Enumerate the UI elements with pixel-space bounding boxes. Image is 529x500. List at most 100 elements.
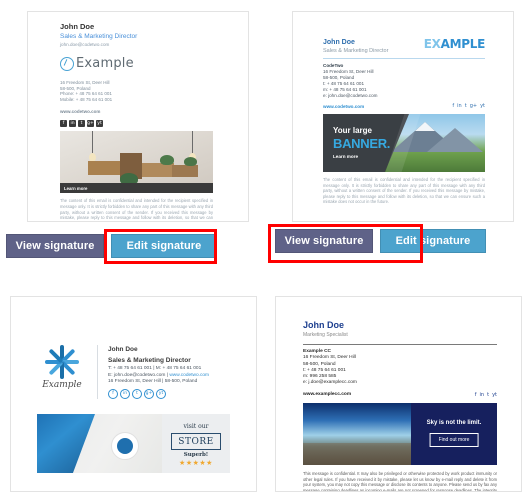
website-social-row: www.examplecc.com f in t yt [303,392,497,398]
contact-address: CodeTwo 16 Freedom St, Deer Hill 58-500,… [323,63,485,99]
banner-image: Sky is not the limit. Find out more [303,402,497,465]
company-logo: Example [60,56,220,71]
company-name: CodeTwo [323,63,344,68]
sky-photo [303,402,411,465]
facebook-icon[interactable]: f [475,392,477,398]
twitter-icon[interactable]: t [465,103,467,109]
contact-details: John Doe Sales & Marketing Director T: +… [97,345,209,399]
company-logo: EXAMPLE [423,37,486,51]
facebook-icon[interactable]: f [60,120,67,128]
signature-preview-2: John Doe Sales & Marketing Director EXAM… [323,38,485,205]
contact-name: John Doe [303,320,345,330]
contact-job-title: Sales & Marketing Director [323,48,389,54]
shelf-shape [142,163,174,178]
twitter-icon[interactable]: t [132,388,142,399]
signature-preview-3: Example John Doe Sales & Marketing Direc… [37,345,209,399]
pendant-lamp-icon [189,131,196,163]
contact-job-title: Marketing Specialist [303,332,348,338]
cloth-shape [37,414,95,473]
social-icons: f in t yt [475,392,497,398]
view-signature-button[interactable]: View signature [6,234,104,258]
edit-signature-button[interactable]: Edit signature [380,229,486,253]
facebook-icon[interactable]: f [108,388,118,399]
googleplus-icon[interactable]: g+ [144,388,154,399]
company-name: Example CC [303,349,331,354]
youtube-icon[interactable]: yt [480,103,485,109]
twitter-icon[interactable]: t [78,120,85,128]
find-out-more-button[interactable]: Find out more [429,432,479,447]
contact-address: 16 Freedom St, Deer Hill 58-500, Poland … [60,80,220,102]
banner-headline: Sky is not the limit. [426,419,482,426]
company-website[interactable]: www.codetwo.com [60,109,220,114]
address-line: 16 Freedom St, Deer Hill | 58-500, Polan… [108,379,198,384]
star-logo-icon [45,345,79,379]
social-icons: f in t g+ yt [60,120,220,128]
youtube-icon[interactable]: yt [492,392,497,398]
banner-rating-label: Superb! [183,452,209,458]
googleplus-icon[interactable]: g+ [87,120,94,128]
logo-text: Example [76,56,134,71]
banner-visit-label: visit our [183,423,209,430]
signature-card-2[interactable]: John Doe Sales & Marketing Director EXAM… [292,11,514,222]
signature-actions-1: View signature Edit signature [6,234,217,258]
edit-signature-button[interactable]: Edit signature [111,234,217,258]
email-disclaimer: The content of this email is confidentia… [60,198,213,221]
social-icons: f in t g+ yt [452,103,485,109]
shelf-shape [172,165,198,178]
contact-identity: John Doe Sales & Marketing Director [323,38,388,55]
website-link[interactable]: www.codetwo.com [169,373,209,378]
logo-ring-icon [60,56,74,71]
signature-preview-1: John Doe Sales & Marketing Director john… [60,22,220,221]
linkedin-icon[interactable]: in [69,120,76,128]
banner-cta[interactable]: Learn more [60,183,213,194]
signature-header: John Doe Sales & Marketing Director EXAM… [323,38,485,55]
email-line: e: j.doe@examplecc.com [303,380,357,386]
contact-email: john.doe@codetwo.com [60,42,110,47]
banner-cta[interactable]: Learn more [333,154,358,159]
linkedin-icon[interactable]: in [120,388,130,399]
twitter-icon[interactable]: t [487,392,489,398]
banner-subheadline: BANNER. [333,136,391,151]
social-icons: f in t g+ yt [108,388,209,399]
contact-name: John Doe [108,346,138,353]
view-signature-button[interactable]: View signature [275,229,373,253]
signature-actions-2: View signature Edit signature [275,229,486,253]
signature-preview-4: John Doe Marketing Specialist Example CC… [303,319,497,491]
banner-image: visit our STORE Superb! ★★★★★ [37,414,230,473]
email-line: e: john.doe@codetwo.com [323,93,378,98]
signature-gallery: John Doe Sales & Marketing Director john… [0,0,529,500]
shelf-shape [88,161,122,176]
facebook-icon[interactable]: f [452,103,454,109]
snow-peak-shape [415,122,435,131]
website-social-row: www.codetwo.com f in t g+ yt [323,103,485,109]
contact-address: Example CC 16 Freedom St, Deer Hill 58-5… [303,349,497,387]
contact-job-title: Sales & Marketing Director [60,33,138,40]
company-website[interactable]: www.codetwo.com [323,104,364,109]
signature-card-1[interactable]: John Doe Sales & Marketing Director john… [27,11,249,222]
banner-panel: Sky is not the limit. Find out more [411,402,497,465]
divider [323,58,485,59]
email-text: E: john.doe@codetwo.com | [108,372,170,378]
cup-shape [111,432,139,460]
rating-stars-icon: ★★★★★ [179,459,213,467]
banner-image: Learn more [60,131,213,194]
banner-photo [37,414,162,473]
contact-job-title: Sales & Marketing Director [108,357,191,364]
linkedin-icon[interactable]: in [457,103,462,109]
plant-shape [184,157,197,167]
signature-card-4[interactable]: John Doe Marketing Specialist Example CC… [275,296,522,492]
logo-x-mark: EX [423,37,441,51]
googleplus-icon[interactable]: g+ [470,103,477,109]
company-website[interactable]: www.examplecc.com [303,392,351,397]
logo-text: AMPLE [440,37,486,51]
signature-card-3[interactable]: Example John Doe Sales & Marketing Direc… [10,296,257,492]
plant-shape [160,155,174,166]
youtube-icon[interactable]: yt [96,120,103,128]
logo-text: Example [42,380,82,390]
linkedin-icon[interactable]: in [480,392,485,398]
youtube-icon[interactable]: yt [156,388,166,399]
divider [303,344,497,345]
store-button[interactable]: STORE [171,433,221,450]
address-line: Mobile: + 48 75 64 61 001 [60,96,113,102]
contact-name: John Doe [323,39,355,46]
